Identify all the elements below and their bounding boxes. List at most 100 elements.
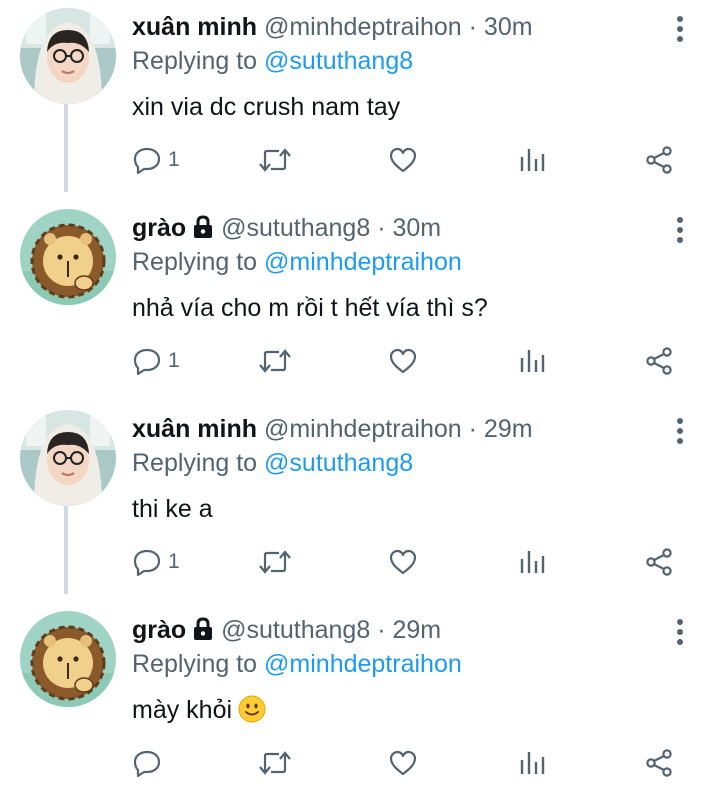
- mention-link[interactable]: @sututhang8: [264, 449, 413, 477]
- views-button[interactable]: [518, 343, 546, 379]
- separator: ·: [377, 214, 386, 242]
- share-icon: [646, 749, 672, 777]
- views-icon: [520, 752, 545, 774]
- share-button[interactable]: [644, 343, 674, 379]
- tweet[interactable]: grào @sututhang8 · 29m Replying to @minh…: [0, 603, 720, 791]
- replying-to: Replying to @minhdeptraihon: [132, 246, 462, 278]
- action-bar: [0, 745, 720, 781]
- reply-count: 1: [168, 550, 180, 573]
- replying-to: Replying to @sututhang8: [132, 45, 413, 77]
- separator: ·: [377, 616, 386, 644]
- views-button[interactable]: [518, 544, 546, 580]
- tweet-text: nhả vía cho m rồi t hết vía thì s?: [132, 294, 488, 322]
- separator: ·: [468, 415, 477, 443]
- avatar[interactable]: [20, 611, 116, 707]
- tweet-text: mày khỏi: [132, 693, 266, 727]
- lock-icon: [194, 215, 213, 238]
- display-name[interactable]: grào: [132, 616, 186, 644]
- action-bar: 1: [0, 142, 720, 178]
- share-icon: [646, 548, 672, 576]
- timestamp[interactable]: 29m: [484, 415, 533, 443]
- share-button[interactable]: [644, 745, 674, 781]
- like-button[interactable]: [388, 343, 418, 379]
- retweet-button[interactable]: [258, 745, 292, 781]
- retweet-icon: [259, 751, 291, 775]
- lion-avatar-image: [20, 209, 116, 305]
- replying-to-label: Replying to: [132, 449, 258, 477]
- replying-to: Replying to @sututhang8: [132, 447, 413, 479]
- slightly-smiling-face-icon: [238, 695, 266, 723]
- tweet[interactable]: xuân minh @minhdeptraihon · 30m Replying…: [0, 0, 720, 201]
- share-icon: [646, 146, 672, 174]
- tweet-text: thi ke a: [132, 495, 213, 523]
- heart-icon: [389, 750, 417, 776]
- like-button[interactable]: [388, 745, 418, 781]
- user-handle[interactable]: @sututhang8: [221, 214, 370, 242]
- person-avatar-image: [20, 8, 116, 104]
- reply-icon: [133, 147, 161, 175]
- tweet[interactable]: xuân minh @minhdeptraihon · 29m Replying…: [0, 402, 720, 603]
- action-bar: 1: [0, 544, 720, 580]
- heart-icon: [389, 147, 417, 173]
- timestamp[interactable]: 30m: [484, 13, 533, 41]
- avatar[interactable]: [20, 410, 116, 506]
- user-handle[interactable]: @minhdeptraihon: [264, 415, 462, 443]
- views-icon: [520, 149, 545, 171]
- user-handle[interactable]: @minhdeptraihon: [264, 13, 462, 41]
- share-button[interactable]: [644, 142, 674, 178]
- tweet-header: xuân minh @minhdeptraihon · 29m: [132, 412, 533, 446]
- lock-icon: [194, 617, 213, 640]
- retweet-button[interactable]: [258, 544, 292, 580]
- reply-icon: [133, 348, 161, 376]
- timestamp[interactable]: 29m: [392, 616, 441, 644]
- reply-button[interactable]: [132, 745, 168, 781]
- reply-count: 1: [168, 349, 180, 372]
- heart-icon: [389, 549, 417, 575]
- replying-to: Replying to @minhdeptraihon: [132, 648, 462, 680]
- replying-to-label: Replying to: [132, 650, 258, 678]
- reply-button[interactable]: 1: [132, 343, 180, 379]
- mention-link[interactable]: @minhdeptraihon: [264, 248, 462, 276]
- retweet-button[interactable]: [258, 343, 292, 379]
- tweet-text: xin via dc crush nam tay: [132, 93, 401, 121]
- like-button[interactable]: [388, 142, 418, 178]
- retweet-button[interactable]: [258, 142, 292, 178]
- more-options-icon[interactable]: [668, 213, 692, 247]
- lion-avatar-image: [20, 611, 116, 707]
- avatar[interactable]: [20, 8, 116, 104]
- views-button[interactable]: [518, 142, 546, 178]
- display-name[interactable]: xuân minh: [132, 13, 257, 41]
- mention-link[interactable]: @minhdeptraihon: [264, 650, 462, 678]
- like-button[interactable]: [388, 544, 418, 580]
- action-bar: 1: [0, 343, 720, 379]
- user-handle[interactable]: @sututhang8: [221, 616, 370, 644]
- tweet[interactable]: grào @sututhang8 · 30m Replying to @minh…: [0, 201, 720, 402]
- more-options-icon[interactable]: [668, 414, 692, 448]
- share-icon: [646, 347, 672, 375]
- avatar[interactable]: [20, 209, 116, 305]
- reply-count: 1: [168, 148, 180, 171]
- timestamp[interactable]: 30m: [392, 214, 441, 242]
- person-avatar-image: [20, 410, 116, 506]
- retweet-icon: [259, 148, 291, 172]
- separator: ·: [468, 13, 477, 41]
- more-options-icon[interactable]: [668, 12, 692, 46]
- views-button[interactable]: [518, 745, 546, 781]
- more-options-icon[interactable]: [668, 615, 692, 649]
- mention-link[interactable]: @sututhang8: [264, 47, 413, 75]
- views-icon: [520, 350, 545, 372]
- share-button[interactable]: [644, 544, 674, 580]
- retweet-icon: [259, 349, 291, 373]
- replying-to-label: Replying to: [132, 248, 258, 276]
- tweet-header: xuân minh @minhdeptraihon · 30m: [132, 10, 533, 44]
- tweet-header: grào @sututhang8 · 29m: [132, 613, 441, 647]
- reply-icon: [133, 549, 161, 577]
- heart-icon: [389, 348, 417, 374]
- reply-icon: [133, 750, 161, 778]
- display-name[interactable]: xuân minh: [132, 415, 257, 443]
- display-name[interactable]: grào: [132, 214, 186, 242]
- views-icon: [520, 551, 545, 573]
- reply-button[interactable]: 1: [132, 142, 180, 178]
- replying-to-label: Replying to: [132, 47, 258, 75]
- reply-button[interactable]: 1: [132, 544, 180, 580]
